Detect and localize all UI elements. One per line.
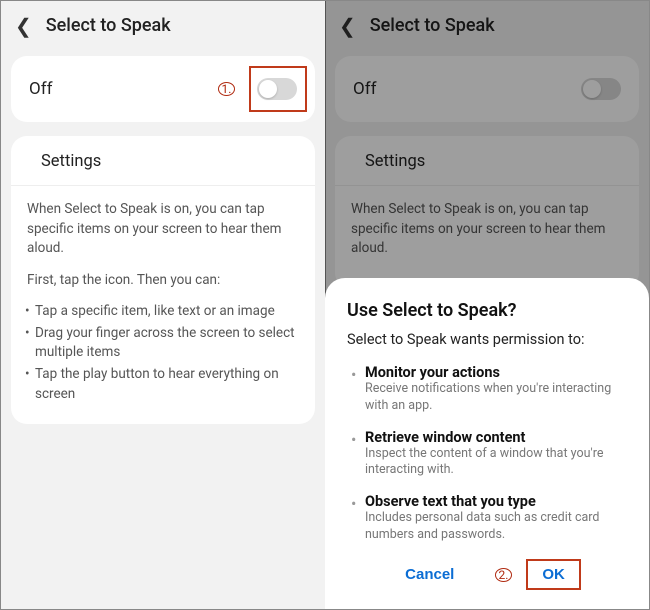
- permission-title: Observe text that you type: [365, 493, 627, 510]
- toggle-row[interactable]: Off 1.: [11, 56, 315, 122]
- permission-item: Observe text that you type Includes pers…: [347, 493, 627, 544]
- panel-step-1: ❮ Select to Speak Off 1. Settings When S…: [1, 1, 325, 609]
- panel-step-2: ❮ Select to Speak Off Settings When Sele…: [325, 1, 649, 609]
- toggle-label: Off: [29, 79, 53, 99]
- desc-bullet: Tap the play button to hear everything o…: [27, 365, 299, 404]
- permission-list: Monitor your actions Receive notificatio…: [347, 364, 627, 544]
- header: ❮ Select to Speak: [1, 1, 325, 50]
- permission-title: Monitor your actions: [365, 364, 627, 381]
- settings-card: Settings When Select to Speak is on, you…: [11, 136, 315, 424]
- annotation-callout-1: 1.: [218, 82, 235, 96]
- permission-desc: Receive notifications when you're intera…: [365, 381, 627, 415]
- back-icon[interactable]: ❮: [15, 16, 32, 36]
- page-title: Select to Speak: [46, 15, 171, 36]
- settings-heading[interactable]: Settings: [11, 136, 315, 186]
- desc-bullet: Drag your finger across the screen to se…: [27, 324, 299, 363]
- annotation-callout-2: 2.: [495, 568, 512, 582]
- toggle-switch[interactable]: [257, 78, 297, 100]
- desc-paragraph: First, tap the icon. Then you can:: [27, 271, 299, 291]
- permission-item: Monitor your actions Receive notificatio…: [347, 364, 627, 415]
- permission-desc: Inspect the content of a window that you…: [365, 446, 627, 480]
- permission-item: Retrieve window content Inspect the cont…: [347, 429, 627, 480]
- permission-title: Retrieve window content: [365, 429, 627, 446]
- permission-dialog: Use Select to Speak? Select to Speak wan…: [325, 278, 649, 609]
- ok-button[interactable]: OK: [526, 559, 581, 590]
- desc-bullet: Tap a specific item, like text or an ima…: [27, 302, 299, 322]
- description: When Select to Speak is on, you can tap …: [27, 200, 299, 404]
- dialog-subtitle: Select to Speak wants permission to:: [347, 331, 627, 348]
- desc-paragraph: When Select to Speak is on, you can tap …: [27, 200, 299, 259]
- toggle-knob: [259, 80, 277, 98]
- permission-desc: Includes personal data such as credit ca…: [365, 510, 627, 544]
- cancel-button[interactable]: Cancel: [393, 558, 466, 591]
- dialog-actions: Cancel 2. OK: [347, 558, 627, 591]
- dialog-title: Use Select to Speak?: [347, 300, 627, 321]
- desc-bullets: Tap a specific item, like text or an ima…: [27, 302, 299, 404]
